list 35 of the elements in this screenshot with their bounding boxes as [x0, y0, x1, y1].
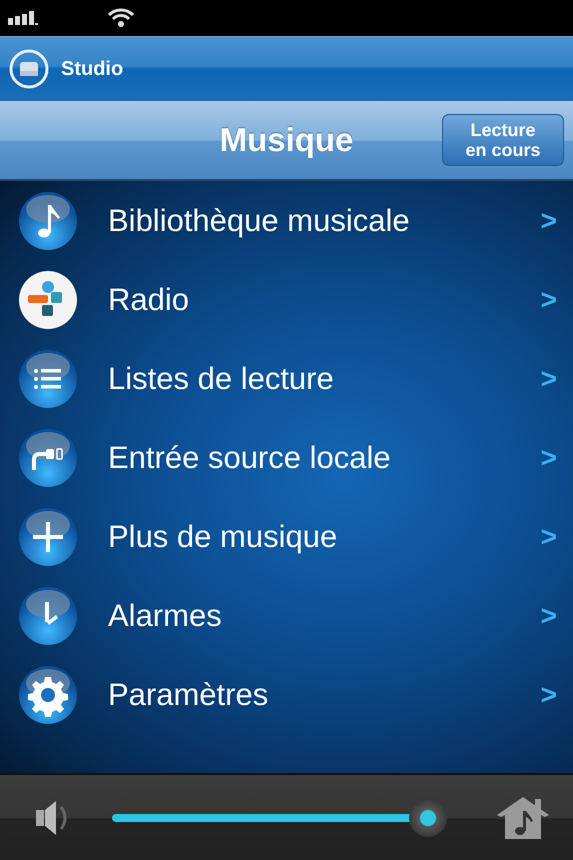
menu-item[interactable]: Alarmes >: [0, 576, 573, 655]
page-title: Musique: [220, 121, 354, 159]
menu-label: Alarmes: [108, 598, 223, 634]
menu-item[interactable]: Radio >: [0, 260, 573, 339]
music-note-icon: [18, 190, 78, 250]
menu-item[interactable]: Paramètres >: [0, 655, 573, 734]
menu-item[interactable]: Listes de lecture >: [0, 339, 573, 418]
menu-label: Plus de musique: [108, 518, 338, 554]
menu-label: Radio: [108, 282, 190, 318]
menu-label: Listes de lecture: [108, 360, 335, 396]
speaker-icon: [9, 49, 49, 89]
menu-label: Paramètres: [108, 676, 270, 712]
chevron-icon: >: [540, 678, 557, 710]
settings-icon: [18, 664, 78, 724]
clock-icon: [18, 586, 78, 646]
radio-logo-icon: [18, 270, 78, 330]
wifi-icon: [108, 8, 134, 28]
plus-icon: [18, 506, 78, 566]
music-house-icon[interactable]: [495, 794, 551, 840]
zone-title[interactable]: Studio: [61, 58, 124, 80]
menu-item[interactable]: Bibliothèque musicale >: [0, 181, 573, 260]
chevron-icon: >: [540, 600, 557, 632]
menu-label: Entrée source locale: [108, 440, 392, 476]
chevron-icon: >: [540, 284, 557, 316]
chevron-icon: >: [540, 520, 557, 552]
signal-icon: [8, 11, 38, 25]
plug-icon: [18, 428, 78, 488]
list-icon: [18, 348, 78, 408]
now-playing-button[interactable]: Lecture en cours: [442, 114, 564, 166]
menu-item[interactable]: Entrée source locale >: [0, 418, 573, 497]
chevron-icon: >: [540, 362, 557, 394]
menu-item[interactable]: Plus de musique >: [0, 497, 573, 576]
chevron-icon: >: [540, 442, 557, 474]
menu-label: Bibliothèque musicale: [108, 202, 411, 238]
chevron-icon: >: [540, 204, 557, 236]
